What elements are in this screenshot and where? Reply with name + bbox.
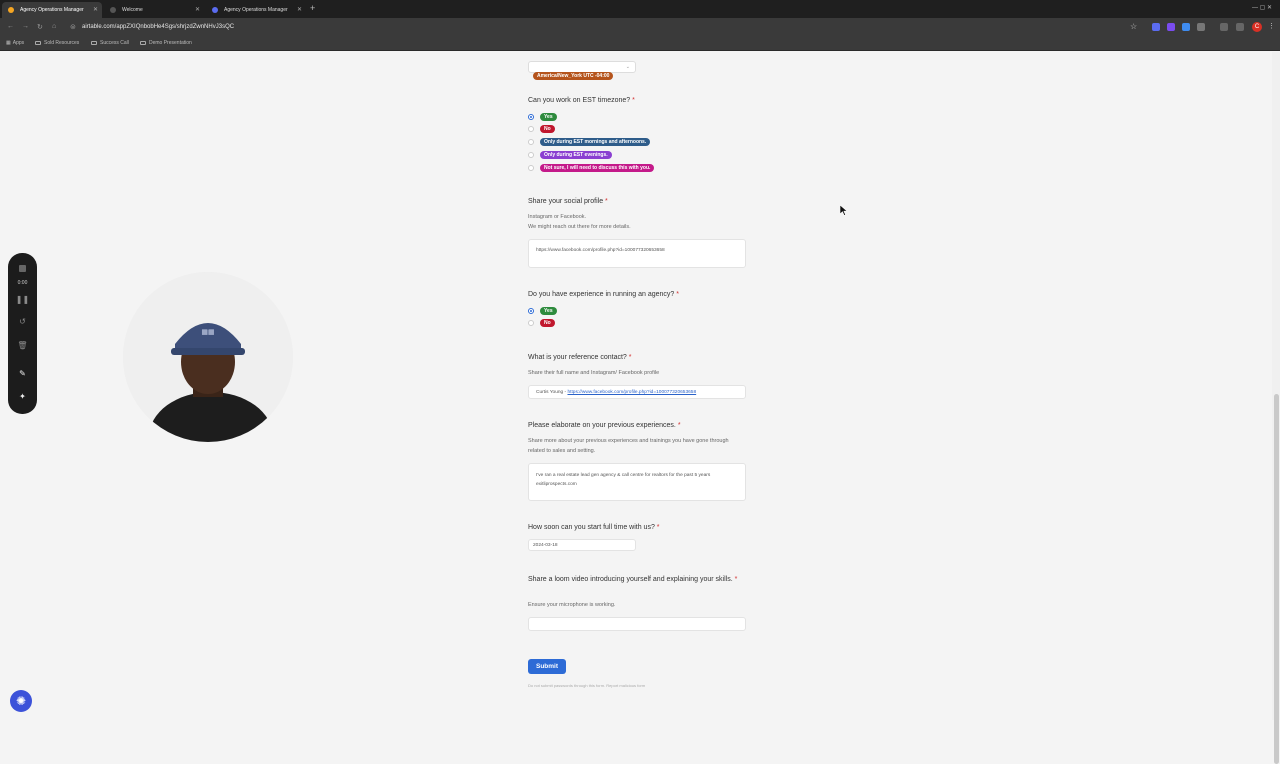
- pen-icon[interactable]: ✎: [8, 369, 37, 378]
- radio-button[interactable]: [528, 126, 534, 132]
- option-label: No: [540, 319, 555, 327]
- loom-help-text: Ensure your microphone is working.: [528, 602, 616, 608]
- restart-icon[interactable]: ↺: [8, 317, 37, 326]
- sidebar-icon[interactable]: [1236, 23, 1244, 31]
- required-marker: *: [656, 524, 660, 531]
- window-controls[interactable]: — ▢ ✕: [1252, 4, 1272, 11]
- new-tab-icon[interactable]: +: [310, 3, 315, 13]
- bookmarks-bar: ▦ Apps Sold Resources Success Call Demo P…: [0, 37, 1280, 51]
- timezone-value: America/New_York UTC -04:00: [533, 72, 614, 80]
- est-question-label: Can you work on EST timezone? *: [528, 97, 635, 104]
- required-marker: *: [628, 354, 632, 361]
- option-label: No: [540, 125, 555, 133]
- airtable-icon: [212, 7, 218, 13]
- radio-button[interactable]: [528, 165, 534, 171]
- page-icon: [110, 7, 116, 13]
- option-label: Yes: [540, 113, 557, 121]
- chevron-down-icon: ⌄: [625, 64, 630, 70]
- reload-icon[interactable]: ↻: [37, 23, 43, 31]
- start-date-input[interactable]: 2024-03-18: [528, 539, 636, 551]
- trash-icon[interactable]: 🗑: [8, 341, 37, 350]
- bookmark-folder[interactable]: Success Call: [91, 40, 129, 46]
- experience-help-text: Share more about your previous experienc…: [528, 438, 729, 454]
- reference-link[interactable]: https://www.facebook.com/profile.php?id=…: [567, 390, 696, 395]
- required-marker: *: [605, 198, 608, 205]
- forward-icon[interactable]: →: [22, 23, 29, 30]
- radio-button[interactable]: [528, 152, 534, 158]
- tab-title: Agency Operations Manager: [20, 7, 84, 13]
- radio-button[interactable]: [528, 308, 534, 314]
- stop-recording-icon[interactable]: [19, 265, 26, 272]
- reference-contact-input[interactable]: Curtis Young - https://www.facebook.com/…: [528, 385, 746, 399]
- tab-bar: Agency Operations Manager ✕ Welcome ✕ Ag…: [0, 0, 1280, 18]
- back-icon[interactable]: ←: [7, 23, 14, 30]
- recording-timer: 0:00: [17, 280, 28, 286]
- pause-icon[interactable]: ❚❚: [8, 295, 37, 304]
- bookmark-folder[interactable]: Sold Resources: [35, 40, 79, 46]
- required-marker: *: [676, 291, 680, 298]
- social-profile-input[interactable]: https://www.facebook.com/profile.php?id=…: [528, 239, 746, 268]
- site-info-icon[interactable]: ⊜: [70, 23, 76, 31]
- loom-question-label: Share a loom video introducing yourself …: [528, 576, 738, 583]
- close-tab-icon[interactable]: ✕: [195, 6, 200, 13]
- gear-icon[interactable]: ✺: [10, 690, 32, 712]
- folder-icon: [140, 40, 146, 45]
- social-help-text: Instagram or Facebook. We might reach ou…: [528, 214, 631, 230]
- effects-icon[interactable]: ✦: [8, 392, 37, 401]
- svg-text:▦▦: ▦▦: [201, 328, 214, 336]
- webcam-person-image: ▦▦: [123, 272, 293, 442]
- camera-bubble[interactable]: ▦▦: [123, 272, 293, 442]
- radio-button[interactable]: [528, 320, 534, 326]
- tab-title: Welcome: [122, 7, 143, 13]
- experience-question-label: Please elaborate on your previous experi…: [528, 422, 681, 429]
- loom-video-input[interactable]: [528, 617, 746, 631]
- reference-help-text: Share their full name and Instagram/ Fac…: [528, 370, 660, 376]
- footer-note: Do not submit passwords through this for…: [528, 683, 646, 688]
- social-question-label: Share your social profile *: [528, 198, 608, 205]
- required-marker: *: [632, 97, 635, 104]
- address-bar: ← → ↻ ⌂ ⊜ airtable.com/appZXIQnbobHe4Sgs…: [0, 18, 1280, 37]
- extension-icon[interactable]: [1182, 23, 1190, 31]
- tab-agency-operations-manager-2[interactable]: Agency Operations Manager ✕: [206, 2, 306, 18]
- menu-icon[interactable]: ⋮: [1268, 22, 1275, 30]
- extension-icon[interactable]: [1197, 23, 1205, 31]
- extensions-puzzle-icon[interactable]: [1220, 23, 1228, 31]
- scrollbar-thumb[interactable]: [1274, 394, 1279, 764]
- bookmark-apps[interactable]: ▦ Apps: [6, 40, 24, 46]
- extension-icon[interactable]: [1152, 23, 1160, 31]
- required-marker: *: [677, 422, 681, 429]
- airtable-icon: [8, 7, 14, 13]
- reference-question-label: What is your reference contact? *: [528, 354, 632, 361]
- option-label: Not sure, I will need to discuss this wi…: [540, 164, 655, 172]
- timezone-select[interactable]: America/New_York UTC -04:00 ⌄: [528, 61, 636, 80]
- option-label: Only during EST mornings and afternoons.: [540, 138, 651, 146]
- option-label: Only during EST evenings.: [540, 151, 612, 159]
- profile-avatar[interactable]: C: [1252, 22, 1262, 32]
- recording-toolbar: 0:00 ❚❚ ↺ 🗑 ✎ ✦: [8, 253, 37, 414]
- radio-button[interactable]: [528, 114, 534, 120]
- required-marker: *: [734, 576, 738, 583]
- experience-textarea[interactable]: I've ran a real estate lead gen agency &…: [528, 463, 746, 501]
- agency-question-label: Do you have experience in running an age…: [528, 291, 680, 298]
- tab-title: Agency Operations Manager: [224, 7, 288, 13]
- option-label: Yes: [540, 307, 557, 315]
- page-scrollbar[interactable]: [1272, 52, 1280, 764]
- start-question-label: How soon can you start full time with us…: [528, 524, 660, 531]
- folder-icon: [35, 40, 41, 45]
- close-tab-icon[interactable]: ✕: [297, 6, 302, 13]
- tab-agency-operations-manager[interactable]: Agency Operations Manager ✕: [2, 2, 102, 18]
- folder-icon: [91, 40, 97, 45]
- mouse-cursor-icon: [840, 205, 848, 216]
- bookmark-star-icon[interactable]: ☆: [1130, 22, 1137, 31]
- close-tab-icon[interactable]: ✕: [93, 6, 98, 13]
- home-icon[interactable]: ⌂: [52, 23, 56, 30]
- radio-button[interactable]: [528, 139, 534, 145]
- extension-icon[interactable]: [1167, 23, 1175, 31]
- apps-grid-icon: ▦: [6, 40, 11, 46]
- bookmark-folder[interactable]: Demo Presentation: [140, 40, 192, 46]
- submit-button[interactable]: Submit: [528, 659, 566, 674]
- tab-welcome[interactable]: Welcome ✕: [104, 2, 204, 18]
- url-field[interactable]: airtable.com/appZXIQnbobHe4Sgs/shrjzdZwn…: [82, 24, 234, 30]
